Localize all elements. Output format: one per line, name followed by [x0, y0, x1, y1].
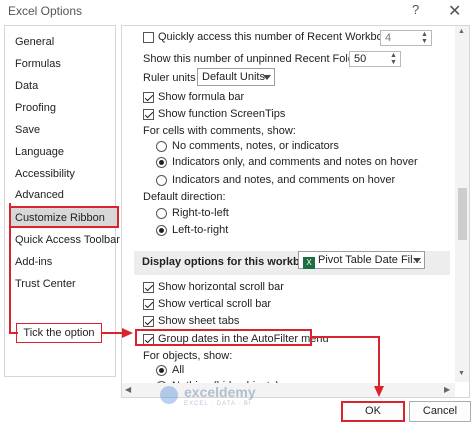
annotation-line — [102, 332, 124, 334]
ruler-units-dropdown[interactable]: Default Units — [197, 68, 275, 86]
spin-arrows-icon[interactable]: ▲ ▼ — [388, 52, 399, 66]
scroll-right-icon[interactable]: ▶ — [444, 385, 450, 394]
cancel-button[interactable]: Cancel — [409, 401, 471, 422]
group-dates-highlight — [135, 329, 312, 346]
watermark-name: exceldemy — [184, 384, 256, 400]
window-title: Excel Options — [8, 4, 83, 18]
comments-indicators-radio[interactable] — [156, 157, 167, 168]
comments-notes-label: Indicators and notes, and comments on ho… — [172, 174, 396, 186]
sidebar-item-advanced[interactable]: Advanced — [15, 189, 64, 201]
excel-icon: X — [303, 257, 315, 269]
watermark-tagline: EXCEL · DATA · BI — [184, 401, 252, 407]
scroll-down-icon[interactable]: ▼ — [458, 370, 465, 377]
recent-workbooks-label: Quickly access this number of Recent Wor… — [158, 31, 403, 43]
ruler-units-label: Ruler units — [143, 72, 196, 84]
scroll-left-icon[interactable]: ◀ — [125, 385, 131, 394]
sidebar-item-data[interactable]: Data — [15, 80, 38, 92]
show-formula-bar-checkbox[interactable] — [143, 92, 154, 103]
annotation-line — [311, 336, 380, 338]
annotation-line — [9, 332, 18, 334]
show-vscroll-label: Show vertical scroll bar — [158, 298, 272, 310]
objects-all-radio[interactable] — [156, 365, 167, 376]
recent-workbooks-value: 4 — [385, 32, 392, 44]
recent-workbooks-checkbox[interactable] — [143, 32, 154, 43]
sidebar-item-quick-access-toolbar[interactable]: Quick Access Toolbar — [15, 234, 120, 246]
objects-all-label: All — [172, 364, 185, 376]
left-to-right-radio[interactable] — [156, 225, 167, 236]
show-sheet-tabs-label: Show sheet tabs — [158, 315, 240, 327]
annotation-callout: Tick the option — [16, 323, 102, 343]
show-formula-bar-label: Show formula bar — [158, 91, 245, 103]
annotation-arrow-icon — [122, 328, 133, 338]
unpinned-folders-label: Show this number of unpinned Recent Fold… — [143, 53, 373, 65]
objects-heading: For objects, show: — [143, 350, 233, 362]
comments-indicators-label: Indicators only, and comments and notes … — [172, 156, 418, 168]
sidebar-item-trust-center[interactable]: Trust Center — [15, 278, 76, 290]
right-to-left-radio[interactable] — [156, 208, 167, 219]
sidebar-item-proofing[interactable]: Proofing — [15, 102, 56, 114]
sidebar-item-accessibility[interactable]: Accessibility — [15, 168, 75, 180]
sidebar-item-language[interactable]: Language — [15, 146, 64, 158]
annotation-arrow-icon — [374, 386, 384, 397]
show-screentips-checkbox[interactable] — [143, 109, 154, 120]
show-hscroll-label: Show horizontal scroll bar — [158, 281, 284, 293]
sidebar-item-general[interactable]: General — [15, 36, 54, 48]
direction-heading: Default direction: — [143, 191, 226, 203]
annotation-line — [9, 203, 11, 334]
show-sheet-tabs-checkbox[interactable] — [143, 316, 154, 327]
unpinned-folders-value: 50 — [354, 53, 367, 65]
left-to-right-label: Left-to-right — [172, 224, 229, 236]
help-icon[interactable]: ? — [412, 2, 419, 17]
comments-heading: For cells with comments, show: — [143, 125, 296, 137]
comments-notes-radio[interactable] — [156, 175, 167, 186]
right-to-left-label: Right-to-left — [172, 207, 229, 219]
workbook-section-label: Display options for this workbook: — [142, 256, 323, 268]
show-vscroll-checkbox[interactable] — [143, 299, 154, 310]
sidebar-item-formulas[interactable]: Formulas — [15, 58, 61, 70]
spin-arrows-icon[interactable]: ▲ ▼ — [419, 31, 430, 45]
sidebar-item-add-ins[interactable]: Add-ins — [15, 256, 52, 268]
title-bar: Excel Options ? ✕ — [0, 0, 474, 22]
workbook-dropdown[interactable]: X Pivot Table Date Fil... — [298, 251, 425, 269]
sidebar-item-save[interactable]: Save — [15, 124, 40, 136]
sidebar-item-customize-ribbon[interactable]: Customize Ribbon — [15, 212, 105, 224]
show-screentips-label: Show function ScreenTips — [158, 108, 286, 120]
chevron-down-icon — [263, 75, 271, 80]
workbook-dropdown-value: Pivot Table Date Fil... — [318, 254, 422, 266]
comments-none-radio[interactable] — [156, 141, 167, 152]
vertical-scroll-thumb[interactable] — [458, 188, 467, 240]
ok-button[interactable]: OK — [341, 401, 405, 422]
ruler-units-value: Default Units — [202, 71, 265, 83]
chevron-down-icon — [413, 258, 421, 263]
show-hscroll-checkbox[interactable] — [143, 282, 154, 293]
scroll-up-icon[interactable]: ▲ — [458, 28, 465, 35]
exceldemy-watermark: exceldemy EXCEL · DATA · BI — [160, 384, 310, 412]
comments-none-label: No comments, notes, or indicators — [172, 140, 339, 152]
exceldemy-logo-icon — [160, 386, 178, 404]
annotation-line — [378, 336, 380, 386]
close-icon[interactable]: ✕ — [448, 1, 461, 21]
